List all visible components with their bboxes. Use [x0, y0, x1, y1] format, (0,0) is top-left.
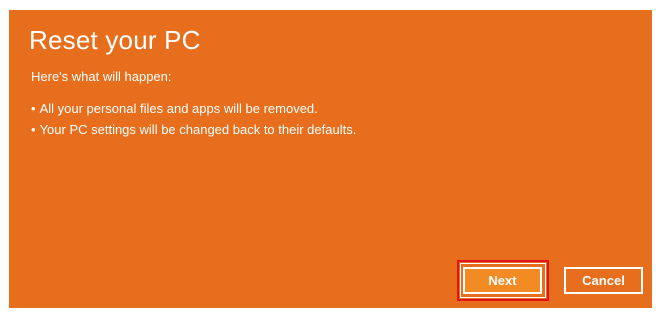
list-item-text: All your personal files and apps will be… — [39, 101, 318, 116]
list-item-text: Your PC settings will be changed back to… — [39, 122, 357, 137]
intro-text: Here's what will happen: — [31, 69, 172, 84]
next-button[interactable]: Next — [463, 267, 542, 294]
reset-pc-dialog: Reset your PC Here's what will happen: A… — [9, 10, 652, 308]
cancel-button[interactable]: Cancel — [564, 267, 643, 294]
consequence-list: All your personal files and apps will be… — [31, 98, 357, 140]
dialog-title: Reset your PC — [29, 25, 201, 55]
list-item: All your personal files and apps will be… — [31, 98, 356, 119]
list-item: Your PC settings will be changed back to… — [31, 119, 357, 140]
